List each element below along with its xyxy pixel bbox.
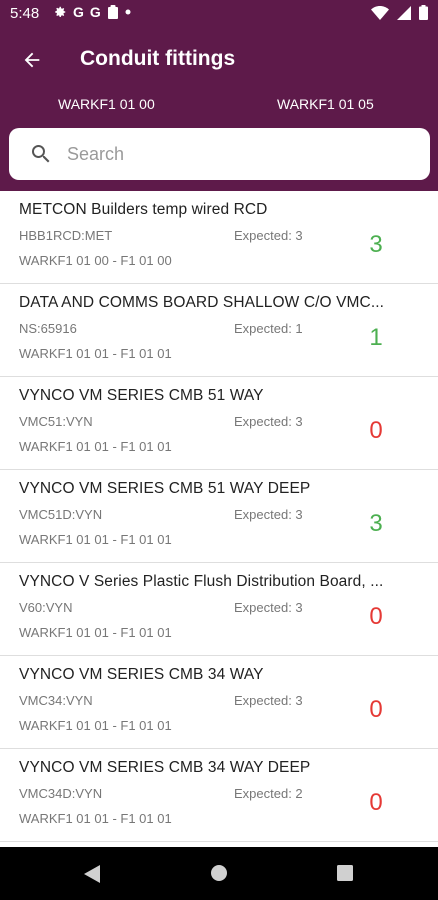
item-expected: Expected: 3 [234, 507, 303, 522]
arrow-back-icon [24, 52, 40, 68]
item-code: HBB1RCD:MET [19, 228, 113, 243]
list-item[interactable]: DATA AND COMMS BOARD SHALLOW C/O VMC... … [0, 284, 438, 377]
nav-recents-icon[interactable] [337, 865, 353, 881]
item-expected: Expected: 1 [234, 321, 303, 336]
item-name: METCON Builders temp wired RCD [19, 201, 268, 218]
item-code: VMC51:VYN [19, 414, 93, 429]
nav-home-icon[interactable] [210, 864, 228, 882]
item-code: NS:65916 [19, 321, 77, 336]
item-name: VYNCO V Series Plastic Flush Distributio… [19, 573, 384, 590]
item-name: DATA AND COMMS BOARD SHALLOW C/O VMC... [19, 294, 385, 311]
status-bar: 5:48 G G [0, 0, 438, 30]
app-bar: Conduit fittings [0, 30, 438, 90]
google-icon: G [73, 4, 84, 20]
item-location: WARKF1 01 01 - F1 01 01 [19, 811, 172, 826]
item-count: 0 [369, 696, 383, 723]
location-range: WARKF1 01 00 WARKF1 01 05 [0, 92, 438, 118]
status-time: 5:48 [10, 5, 40, 22]
item-count: 1 [369, 324, 383, 351]
battery-icon [419, 5, 428, 20]
header: 5:48 G G Conduit fittings WARKF1 01 00 W… [0, 0, 438, 191]
item-location: WARKF1 01 00 - F1 01 00 [19, 253, 172, 268]
item-expected: Expected: 3 [234, 228, 303, 243]
gear-icon [55, 6, 66, 18]
dot-icon [125, 9, 131, 15]
system-nav-bar [0, 847, 438, 900]
item-location: WARKF1 01 01 - F1 01 01 [19, 625, 172, 640]
item-count: 3 [369, 231, 383, 258]
search-icon [32, 145, 50, 163]
nav-back-icon[interactable] [84, 865, 100, 883]
list-item[interactable]: VYNCO V Series Plastic Flush Distributio… [0, 563, 438, 656]
item-location: WARKF1 01 01 - F1 01 01 [19, 439, 172, 454]
signal-icon [397, 5, 411, 20]
fittings-list: METCON Builders temp wired RCD HBB1RCD:M… [0, 191, 438, 842]
item-expected: Expected: 3 [234, 693, 303, 708]
item-name: VYNCO VM SERIES CMB 34 WAY DEEP [19, 759, 311, 776]
list-item[interactable]: METCON Builders temp wired RCD HBB1RCD:M… [0, 191, 438, 284]
item-location: WARKF1 01 01 - F1 01 01 [19, 346, 172, 361]
item-location: WARKF1 01 01 - F1 01 01 [19, 532, 172, 547]
item-code: V60:VYN [19, 600, 73, 615]
status-icons-right [371, 5, 428, 20]
item-expected: Expected: 2 [234, 786, 303, 801]
item-name: VYNCO VM SERIES CMB 51 WAY DEEP [19, 480, 311, 497]
item-expected: Expected: 3 [234, 414, 303, 429]
item-count: 0 [369, 603, 383, 630]
range-to[interactable]: WARKF1 01 05 [277, 96, 374, 112]
wifi-icon [371, 5, 389, 20]
google-icon: G [89, 4, 101, 20]
search-box [9, 128, 430, 180]
item-code: VMC34D:VYN [19, 786, 103, 801]
list-item[interactable]: VYNCO VM SERIES CMB 34 WAY VMC34:VYN Exp… [0, 656, 438, 749]
page-title: Conduit fittings [80, 47, 236, 70]
clipboard-icon [107, 5, 118, 19]
item-count: 3 [369, 510, 383, 537]
list-item[interactable]: VYNCO VM SERIES CMB 51 WAY VMC51:VYN Exp… [0, 377, 438, 470]
list-item[interactable]: VYNCO VM SERIES CMB 51 WAY DEEP VMC51D:V… [0, 470, 438, 563]
back-button[interactable] [16, 44, 48, 76]
search-input[interactable] [67, 140, 407, 168]
item-location: WARKF1 01 01 - F1 01 01 [19, 718, 172, 733]
item-code: VMC51D:VYN [19, 507, 103, 522]
item-count: 0 [369, 789, 383, 816]
item-count: 0 [369, 417, 383, 444]
status-icons-left: G G [53, 4, 131, 20]
item-code: VMC34:VYN [19, 693, 93, 708]
item-name: VYNCO VM SERIES CMB 51 WAY [19, 387, 264, 404]
item-expected: Expected: 3 [234, 600, 303, 615]
item-name: VYNCO VM SERIES CMB 34 WAY [19, 666, 264, 683]
range-from[interactable]: WARKF1 01 00 [58, 96, 155, 112]
list-item[interactable]: VYNCO VM SERIES CMB 34 WAY DEEP VMC34D:V… [0, 749, 438, 842]
